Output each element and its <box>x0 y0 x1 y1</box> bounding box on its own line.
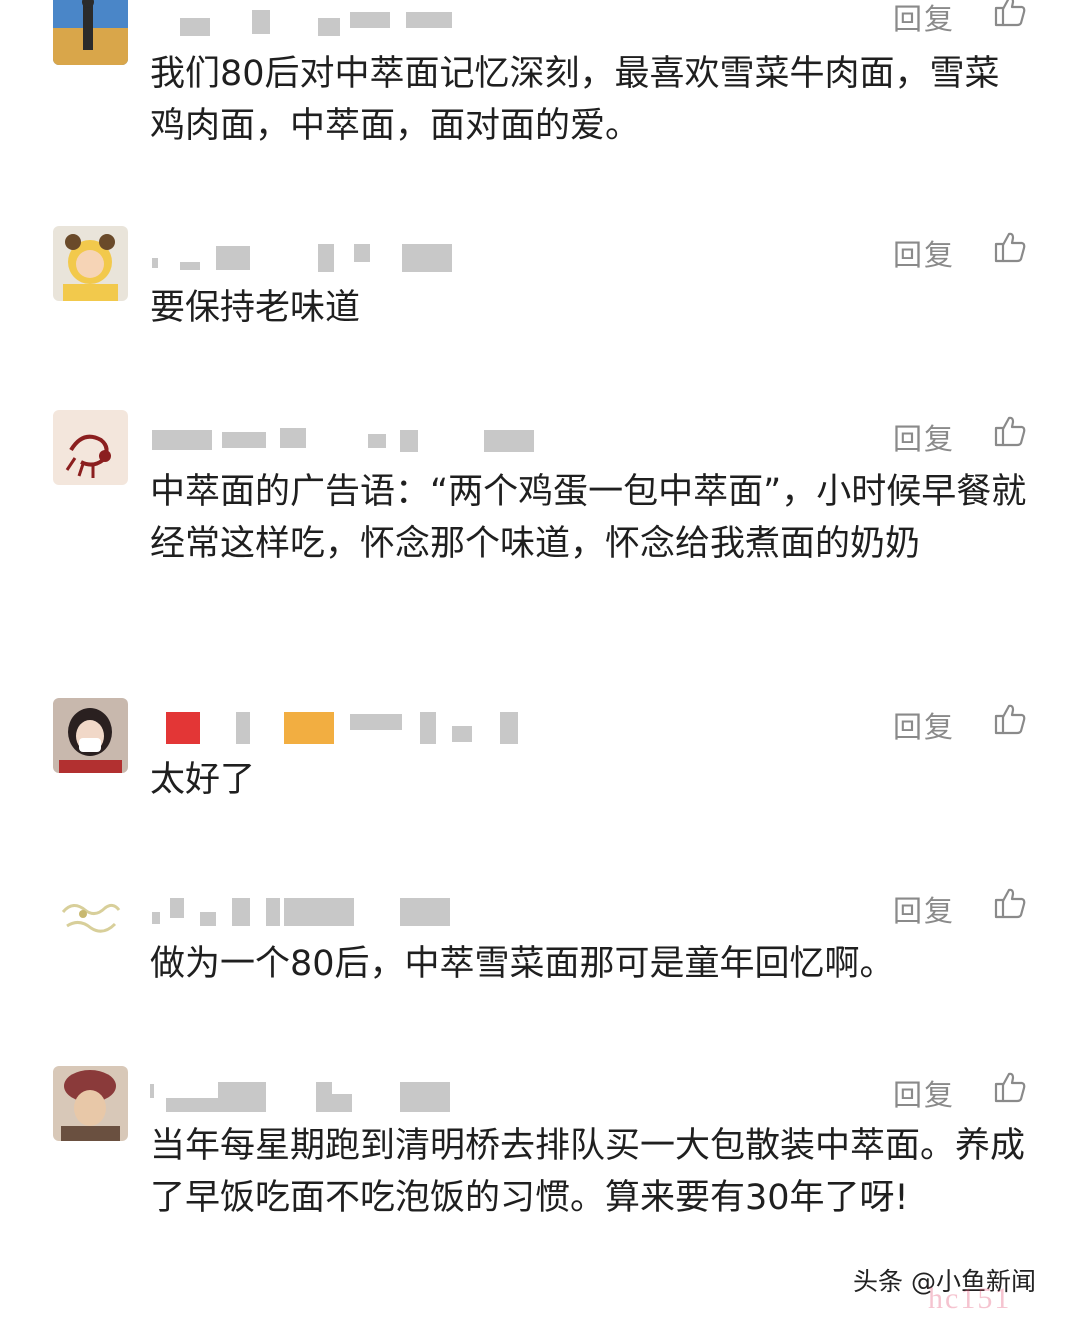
thumbs-up-icon[interactable] <box>993 1070 1027 1104</box>
avatar[interactable] <box>53 0 128 65</box>
username-blurred <box>150 6 550 42</box>
reply-button[interactable]: 回复 <box>893 704 955 746</box>
reply-button[interactable]: 回复 <box>893 888 955 930</box>
username-blurred <box>150 420 550 456</box>
watermark-overlay: hc151 <box>928 1282 1012 1315</box>
avatar[interactable] <box>53 698 128 773</box>
thumbs-up-icon[interactable] <box>993 230 1027 264</box>
avatar[interactable] <box>53 882 128 957</box>
username-blurred <box>150 708 550 744</box>
thumbs-up-icon[interactable] <box>993 414 1027 448</box>
reply-button[interactable]: 回复 <box>893 1072 955 1114</box>
reply-button[interactable]: 回复 <box>893 416 955 458</box>
comment-text: 我们80后对中萃面记忆深刻，最喜欢雪菜牛肉面，雪菜鸡肉面，中萃面，面对面的爱。 <box>150 54 1000 146</box>
avatar[interactable] <box>53 1066 128 1141</box>
comment-text: 太好了 <box>150 760 256 800</box>
thumbs-up-icon[interactable] <box>993 886 1027 920</box>
username-blurred <box>150 240 550 276</box>
thumbs-up-icon[interactable] <box>993 702 1027 736</box>
comment-text: 做为一个80后，中萃雪菜面那可是童年回忆啊。 <box>150 944 895 984</box>
username-blurred <box>150 1078 550 1114</box>
reply-button[interactable]: 回复 <box>893 232 955 274</box>
avatar[interactable] <box>53 410 128 485</box>
comment-text: 当年每星期跑到清明桥去排队买一大包散装中萃面。养成了早饭吃面不吃泡饭的习惯。算来… <box>150 1126 1026 1218</box>
comment-text: 中萃面的广告语：“两个鸡蛋一包中萃面”，小时候早餐就经常这样吃，怀念那个味道，怀… <box>150 472 1027 564</box>
reply-button[interactable]: 回复 <box>893 0 955 38</box>
thumbs-up-icon[interactable] <box>993 0 1027 28</box>
username-blurred <box>150 892 550 928</box>
comment-text: 要保持老味道 <box>150 288 361 328</box>
avatar[interactable] <box>53 226 128 301</box>
